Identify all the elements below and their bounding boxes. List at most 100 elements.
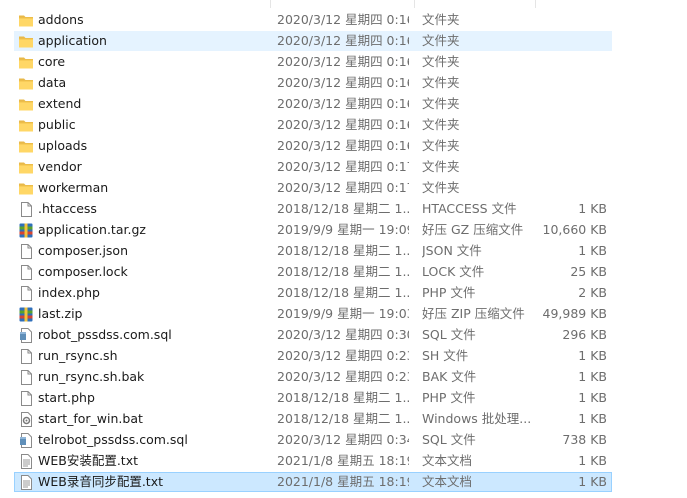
file-row[interactable]: addons 2020/3/12 星期四 0:16 文件夹 (14, 10, 612, 30)
file-row[interactable]: telrobot_pssdss.com.sql 2020/3/12 星期四 0:… (14, 430, 612, 450)
file-date-modified: 2020/3/12 星期四 0:17 (277, 180, 409, 195)
file-type: LOCK 文件 (422, 264, 485, 279)
file-date-modified: 2020/3/12 星期四 0:16 (277, 117, 409, 132)
file-icon (18, 370, 34, 385)
folder-icon (18, 34, 34, 49)
file-row[interactable]: composer.json 2018/12/18 星期二 1... JSON 文… (14, 241, 612, 261)
file-row[interactable]: application 2020/3/12 星期四 0:16 文件夹 (14, 31, 612, 51)
file-size: 1 KB (578, 453, 607, 468)
file-type: 文件夹 (422, 12, 460, 27)
file-type: 文件夹 (422, 33, 460, 48)
archive-icon (18, 307, 34, 322)
file-date-modified: 2018/12/18 星期二 1... (277, 264, 409, 279)
file-date-modified: 2021/1/8 星期五 18:19 (277, 474, 409, 489)
file-icon (18, 349, 34, 364)
file-row[interactable]: public 2020/3/12 星期四 0:16 文件夹 (14, 115, 612, 135)
file-type: 文件夹 (422, 180, 460, 195)
file-row[interactable]: WEB安装配置.txt 2021/1/8 星期五 18:19 文本文档 1 KB (14, 451, 612, 471)
file-size: 1 KB (578, 411, 607, 426)
file-size: 1 KB (578, 243, 607, 258)
folder-icon (18, 55, 34, 70)
file-type: 文件夹 (422, 96, 460, 111)
file-row[interactable]: uploads 2020/3/12 星期四 0:16 文件夹 (14, 136, 612, 156)
sql-file-icon (18, 433, 34, 448)
file-date-modified: 2018/12/18 星期二 1... (277, 243, 409, 258)
file-name: application.tar.gz (38, 222, 146, 237)
file-icon (18, 202, 34, 217)
file-name: workerman (38, 180, 109, 195)
folder-icon (18, 13, 34, 28)
file-name: .htaccess (38, 201, 97, 216)
file-name: addons (38, 12, 84, 27)
file-name: telrobot_pssdss.com.sql (38, 432, 188, 447)
file-type: SH 文件 (422, 348, 469, 363)
folder-icon (18, 76, 34, 91)
file-row[interactable]: core 2020/3/12 星期四 0:16 文件夹 (14, 52, 612, 72)
file-name: uploads (38, 138, 88, 153)
file-name: extend (38, 96, 82, 111)
file-row[interactable]: last.zip 2019/9/9 星期一 19:03 好压 ZIP 压缩文件 … (14, 304, 612, 324)
file-row[interactable]: run_rsync.sh 2020/3/12 星期四 0:23 SH 文件 1 … (14, 346, 612, 366)
file-size: 49,989 KB (542, 306, 607, 321)
file-name: run_rsync.sh.bak (38, 369, 145, 384)
file-type: 文件夹 (422, 117, 460, 132)
file-list[interactable]: addons 2020/3/12 星期四 0:16 文件夹 applicatio… (0, 0, 687, 498)
file-name: robot_pssdss.com.sql (38, 327, 172, 342)
file-row[interactable]: .htaccess 2018/12/18 星期二 1... HTACCESS 文… (14, 199, 612, 219)
file-icon (18, 391, 34, 406)
file-type: JSON 文件 (422, 243, 482, 258)
column-separator[interactable] (535, 0, 536, 8)
file-date-modified: 2018/12/18 星期二 1... (277, 285, 409, 300)
file-type: 文件夹 (422, 75, 460, 90)
file-date-modified: 2020/3/12 星期四 0:34 (277, 432, 409, 447)
file-row[interactable]: workerman 2020/3/12 星期四 0:17 文件夹 (14, 178, 612, 198)
file-date-modified: 2020/3/12 星期四 0:16 (277, 33, 409, 48)
file-name: start.php (38, 390, 95, 405)
file-size: 2 KB (578, 285, 607, 300)
file-name: public (38, 117, 76, 132)
file-size: 1 KB (578, 369, 607, 384)
file-type: 好压 GZ 压缩文件 (422, 222, 524, 237)
column-separator[interactable] (414, 0, 415, 8)
file-size: 1 KB (578, 474, 607, 489)
file-icon (18, 265, 34, 280)
file-row[interactable]: start_for_win.bat 2018/12/18 星期二 1... Wi… (14, 409, 612, 429)
file-row[interactable]: robot_pssdss.com.sql 2020/3/12 星期四 0:30 … (14, 325, 612, 345)
file-type: PHP 文件 (422, 285, 476, 300)
file-name: vendor (38, 159, 82, 174)
file-date-modified: 2019/9/9 星期一 19:03 (277, 306, 409, 321)
file-type: 文件夹 (422, 138, 460, 153)
file-row[interactable]: extend 2020/3/12 星期四 0:16 文件夹 (14, 94, 612, 114)
file-size: 738 KB (562, 432, 607, 447)
column-separator[interactable] (270, 0, 271, 8)
folder-icon (18, 97, 34, 112)
file-date-modified: 2019/9/9 星期一 19:09 (277, 222, 409, 237)
folder-icon (18, 118, 34, 133)
file-row[interactable]: data 2020/3/12 星期四 0:16 文件夹 (14, 73, 612, 93)
file-type: Windows 批处理... (422, 411, 532, 426)
file-name: start_for_win.bat (38, 411, 143, 426)
file-date-modified: 2020/3/12 星期四 0:23 (277, 369, 409, 384)
file-type: BAK 文件 (422, 369, 477, 384)
file-row[interactable]: run_rsync.sh.bak 2020/3/12 星期四 0:23 BAK … (14, 367, 612, 387)
file-row[interactable]: vendor 2020/3/12 星期四 0:17 文件夹 (14, 157, 612, 177)
file-type: 文件夹 (422, 54, 460, 69)
file-icon (18, 286, 34, 301)
file-row[interactable]: start.php 2018/12/18 星期二 1... PHP 文件 1 K… (14, 388, 612, 408)
file-row[interactable]: application.tar.gz 2019/9/9 星期一 19:09 好压… (14, 220, 612, 240)
file-row[interactable]: WEB录音同步配置.txt 2021/1/8 星期五 18:19 文本文档 1 … (14, 472, 612, 492)
file-name: WEB录音同步配置.txt (38, 474, 164, 489)
file-date-modified: 2020/3/12 星期四 0:16 (277, 54, 409, 69)
file-date-modified: 2020/3/12 星期四 0:16 (277, 12, 409, 27)
file-name: composer.lock (38, 264, 128, 279)
file-row[interactable]: composer.lock 2018/12/18 星期二 1... LOCK 文… (14, 262, 612, 282)
file-type: 文本文档 (422, 474, 473, 489)
file-type: SQL 文件 (422, 432, 476, 447)
file-row[interactable]: index.php 2018/12/18 星期二 1... PHP 文件 2 K… (14, 283, 612, 303)
file-size: 296 KB (562, 327, 607, 342)
file-size: 25 KB (570, 264, 607, 279)
file-type: HTACCESS 文件 (422, 201, 517, 216)
file-date-modified: 2020/3/12 星期四 0:16 (277, 96, 409, 111)
file-date-modified: 2018/12/18 星期二 1... (277, 390, 409, 405)
file-type: SQL 文件 (422, 327, 476, 342)
